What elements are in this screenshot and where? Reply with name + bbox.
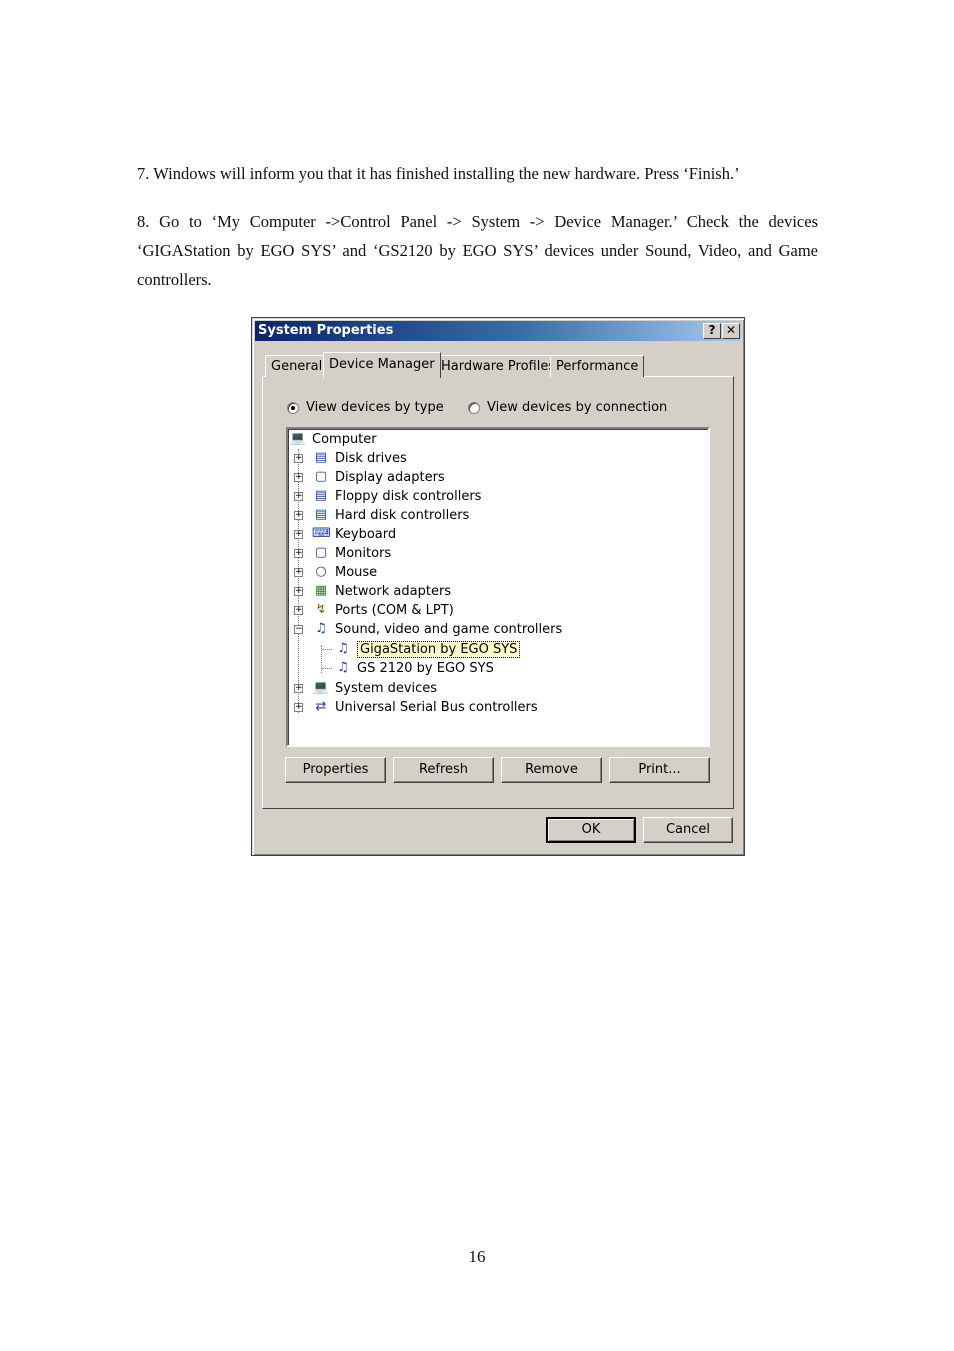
ok-button[interactable]: OK bbox=[546, 817, 636, 843]
step-7-paragraph: 7. Windows will inform you that it has f… bbox=[137, 164, 740, 183]
tab-hardware-profiles[interactable]: Hardware Profiles bbox=[435, 355, 562, 377]
tree-item-hard-disk-controllers[interactable]: ▤ Hard disk controllers bbox=[312, 506, 470, 524]
tree-item-label: GS 2120 by EGO SYS bbox=[357, 660, 494, 676]
radio-view-by-connection-label: View devices by connection bbox=[487, 400, 668, 415]
tree-item-label: Keyboard bbox=[335, 526, 397, 542]
radio-view-by-connection[interactable]: View devices by connection bbox=[468, 400, 667, 415]
tree-item-monitors[interactable]: ▢ Monitors bbox=[312, 544, 391, 562]
dialog-title: System Properties bbox=[258, 323, 394, 338]
radio-view-by-type-label: View devices by type bbox=[306, 400, 444, 415]
properties-button[interactable]: Properties bbox=[285, 757, 386, 783]
system-properties-dialog: System Properties ? ✕ General Device Man… bbox=[251, 317, 745, 856]
keyboard-icon: ⌨ bbox=[312, 526, 331, 541]
tree-item-gigastation[interactable]: ♫ GigaStation by EGO SYS bbox=[334, 640, 521, 658]
tab-general[interactable]: General bbox=[265, 355, 329, 377]
tree-item-label-selected: GigaStation by EGO SYS bbox=[357, 640, 521, 658]
radio-view-by-type[interactable]: View devices by type bbox=[287, 400, 444, 415]
tree-item-mouse[interactable]: ○ Mouse bbox=[312, 563, 377, 581]
tree-item-network-adapters[interactable]: ▦ Network adapters bbox=[312, 582, 451, 600]
tree-root-computer[interactable]: 💻 Computer bbox=[289, 430, 377, 448]
network-adapter-icon: ▦ bbox=[314, 583, 328, 598]
tree-item-label: Disk drives bbox=[335, 450, 407, 466]
tree-item-system-devices[interactable]: 💻 System devices bbox=[312, 679, 437, 697]
expand-icon[interactable]: + bbox=[294, 549, 303, 558]
disk-drive-icon: ▤ bbox=[314, 450, 328, 465]
tree-item-disk-drives[interactable]: ▤ Disk drives bbox=[312, 449, 407, 467]
expand-icon[interactable]: + bbox=[294, 684, 303, 693]
tree-item-label: Mouse bbox=[335, 564, 378, 580]
tree-item-label: Floppy disk controllers bbox=[335, 488, 482, 504]
tab-device-manager[interactable]: Device Manager bbox=[323, 352, 441, 378]
floppy-controller-icon: ▤ bbox=[314, 488, 328, 503]
page-number: 16 bbox=[468, 1247, 486, 1266]
tree-item-label: Hard disk controllers bbox=[335, 507, 470, 523]
expand-icon[interactable]: + bbox=[294, 511, 303, 520]
tree-item-label: Display adapters bbox=[335, 469, 445, 485]
mouse-icon: ○ bbox=[315, 564, 327, 579]
title-bar[interactable]: System Properties ? ✕ bbox=[255, 321, 741, 341]
tree-item-label: Network adapters bbox=[335, 583, 452, 599]
tree-line bbox=[322, 668, 332, 669]
sound-controller-icon: ♫ bbox=[337, 641, 349, 656]
tree-item-label: Universal Serial Bus controllers bbox=[335, 699, 538, 715]
refresh-button[interactable]: Refresh bbox=[393, 757, 494, 783]
device-tree[interactable]: 💻 Computer ▤ Disk drives ▢ Display adapt… bbox=[286, 427, 710, 747]
tree-item-ports[interactable]: ↯ Ports (COM & LPT) bbox=[312, 601, 454, 619]
step-8-paragraph: 8. Go to ‘My Computer ->Control Panel ->… bbox=[137, 212, 818, 289]
hard-disk-controller-icon: ▤ bbox=[314, 507, 328, 522]
sound-controller-icon: ♫ bbox=[315, 621, 327, 636]
system-device-icon: 💻 bbox=[312, 680, 330, 695]
tree-item-label: System devices bbox=[335, 680, 438, 696]
port-icon: ↯ bbox=[315, 602, 327, 617]
close-button[interactable]: ✕ bbox=[722, 323, 740, 339]
tree-item-label: Monitors bbox=[335, 545, 392, 561]
collapse-icon[interactable]: − bbox=[294, 625, 303, 634]
display-adapter-icon: ▢ bbox=[314, 469, 328, 484]
tree-item-keyboard[interactable]: ⌨ Keyboard bbox=[312, 525, 396, 543]
tree-item-usb-controllers[interactable]: ⇄ Universal Serial Bus controllers bbox=[312, 698, 538, 716]
expand-icon[interactable]: + bbox=[294, 454, 303, 463]
expand-icon[interactable]: + bbox=[294, 530, 303, 539]
tree-item-label: Ports (COM & LPT) bbox=[335, 602, 454, 618]
radio-button-selected[interactable] bbox=[287, 401, 299, 414]
sound-controller-icon: ♫ bbox=[337, 660, 349, 675]
expand-icon[interactable]: + bbox=[294, 606, 303, 615]
close-icon: ✕ bbox=[725, 323, 737, 337]
tree-line bbox=[298, 449, 299, 713]
tree-item-floppy-disk-controllers[interactable]: ▤ Floppy disk controllers bbox=[312, 487, 482, 505]
monitor-icon: ▢ bbox=[314, 545, 328, 560]
tree-root-label: Computer bbox=[312, 431, 377, 447]
tree-line bbox=[322, 649, 332, 650]
tree-item-gs2120[interactable]: ♫ GS 2120 by EGO SYS bbox=[334, 659, 494, 677]
tree-item-label: Sound, video and game controllers bbox=[335, 621, 563, 637]
usb-icon: ⇄ bbox=[315, 699, 327, 714]
computer-icon: 💻 bbox=[289, 431, 307, 446]
expand-icon[interactable]: + bbox=[294, 587, 303, 596]
expand-icon[interactable]: + bbox=[294, 473, 303, 482]
help-icon: ? bbox=[708, 323, 716, 337]
tab-performance[interactable]: Performance bbox=[550, 355, 645, 377]
print-button[interactable]: Print... bbox=[609, 757, 710, 783]
expand-icon[interactable]: + bbox=[294, 492, 303, 501]
cancel-button[interactable]: Cancel bbox=[643, 817, 733, 843]
help-button[interactable]: ? bbox=[703, 323, 721, 339]
remove-button[interactable]: Remove bbox=[501, 757, 602, 783]
tree-item-display-adapters[interactable]: ▢ Display adapters bbox=[312, 468, 445, 486]
radio-button[interactable] bbox=[468, 401, 480, 414]
tree-item-sound-video-game[interactable]: ♫ Sound, video and game controllers bbox=[312, 620, 562, 638]
expand-icon[interactable]: + bbox=[294, 568, 303, 577]
expand-icon[interactable]: + bbox=[294, 703, 303, 712]
